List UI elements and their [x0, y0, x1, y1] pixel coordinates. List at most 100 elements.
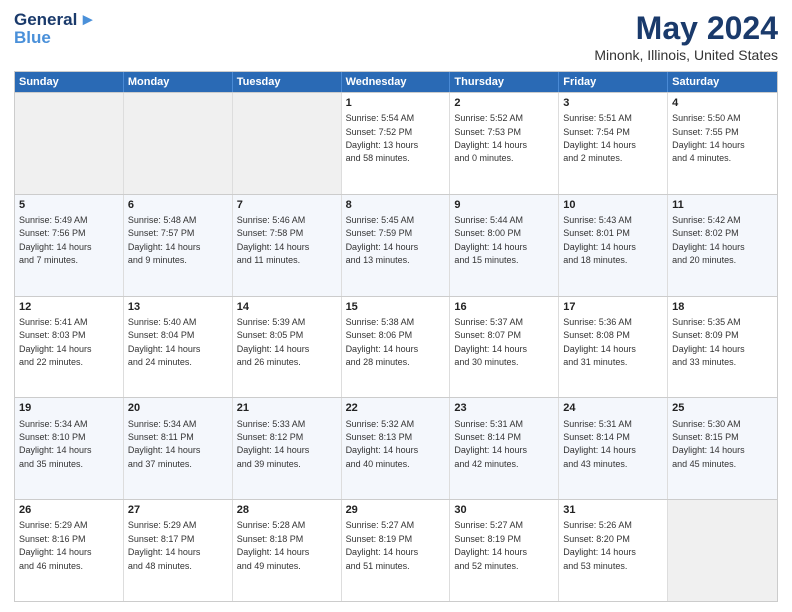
day-number: 21: [237, 401, 337, 415]
calendar-cell: 24Sunrise: 5:31 AM Sunset: 8:14 PM Dayli…: [559, 398, 668, 499]
day-info: Sunrise: 5:37 AM Sunset: 8:07 PM Dayligh…: [454, 317, 527, 367]
day-info: Sunrise: 5:31 AM Sunset: 8:14 PM Dayligh…: [563, 419, 636, 469]
day-info: Sunrise: 5:34 AM Sunset: 8:10 PM Dayligh…: [19, 419, 92, 469]
day-info: Sunrise: 5:32 AM Sunset: 8:13 PM Dayligh…: [346, 419, 419, 469]
weekday-header: Friday: [559, 72, 668, 92]
weekday-header: Tuesday: [233, 72, 342, 92]
day-info: Sunrise: 5:35 AM Sunset: 8:09 PM Dayligh…: [672, 317, 745, 367]
day-number: 9: [454, 198, 554, 212]
calendar-cell: [124, 93, 233, 194]
calendar-cell: 1Sunrise: 5:54 AM Sunset: 7:52 PM Daylig…: [342, 93, 451, 194]
calendar-cell: 30Sunrise: 5:27 AM Sunset: 8:19 PM Dayli…: [450, 500, 559, 601]
calendar-cell: 26 Sunrise: 5:29 AM Sunset: 8:16 PM Dayli…: [15, 500, 124, 601]
day-info: Sunrise: 5:27 AM Sunset: 8:19 PM Dayligh…: [454, 520, 527, 570]
day-info: Sunrise: 5:46 AM Sunset: 7:58 PM Dayligh…: [237, 215, 310, 265]
day-number: 15: [346, 300, 446, 314]
day-info: Sunrise: 5:49 AM Sunset: 7:56 PM Dayligh…: [19, 215, 92, 265]
calendar-cell: 5 Sunrise: 5:49 AM Sunset: 7:56 PM Daylig…: [15, 195, 124, 296]
day-number: 10: [563, 198, 663, 212]
calendar-cell: 20Sunrise: 5:34 AM Sunset: 8:11 PM Dayli…: [124, 398, 233, 499]
day-info: Sunrise: 5:36 AM Sunset: 8:08 PM Dayligh…: [563, 317, 636, 367]
day-number: 17: [563, 300, 663, 314]
day-info: Sunrise: 5:31 AM Sunset: 8:14 PM Dayligh…: [454, 419, 527, 469]
day-info: Sunrise: 5:54 AM Sunset: 7:52 PM Dayligh…: [346, 113, 419, 163]
day-number: 12: [19, 300, 119, 314]
day-number: 6: [128, 198, 228, 212]
calendar-cell: 10 Sunrise: 5:43 AM Sunset: 8:01 PM Dayli…: [559, 195, 668, 296]
day-info: Sunrise: 5:45 AM Sunset: 7:59 PM Dayligh…: [346, 215, 419, 265]
day-info: Sunrise: 5:38 AM Sunset: 8:06 PM Dayligh…: [346, 317, 419, 367]
title-block: May 2024 Minonk, Illinois, United States: [594, 10, 778, 63]
weekday-header: Monday: [124, 72, 233, 92]
weekday-header: Wednesday: [342, 72, 451, 92]
day-info: Sunrise: 5:48 AM Sunset: 7:57 PM Dayligh…: [128, 215, 201, 265]
day-number: 14: [237, 300, 337, 314]
weekday-header: Thursday: [450, 72, 559, 92]
day-number: 31: [563, 503, 663, 517]
calendar-cell: 3 Sunrise: 5:51 AM Sunset: 7:54 PM Daylig…: [559, 93, 668, 194]
calendar-cell: 16 Sunrise: 5:37 AM Sunset: 8:07 PM Dayli…: [450, 297, 559, 398]
calendar-cell: 9 Sunrise: 5:44 AM Sunset: 8:00 PM Daylig…: [450, 195, 559, 296]
calendar-header: SundayMondayTuesdayWednesdayThursdayFrid…: [15, 72, 777, 92]
calendar-cell: [233, 93, 342, 194]
day-number: 28: [237, 503, 337, 517]
calendar-cell: 18 Sunrise: 5:35 AM Sunset: 8:09 PM Dayli…: [668, 297, 777, 398]
calendar-row: 1Sunrise: 5:54 AM Sunset: 7:52 PM Daylig…: [15, 92, 777, 194]
day-number: 5: [19, 198, 119, 212]
calendar: SundayMondayTuesdayWednesdayThursdayFrid…: [14, 71, 778, 602]
day-info: Sunrise: 5:43 AM Sunset: 8:01 PM Dayligh…: [563, 215, 636, 265]
day-info: Sunrise: 5:33 AM Sunset: 8:12 PM Dayligh…: [237, 419, 310, 469]
calendar-cell: 13Sunrise: 5:40 AM Sunset: 8:04 PM Dayli…: [124, 297, 233, 398]
day-number: 3: [563, 96, 663, 110]
page: General ► Blue May 2024 Minonk, Illinois…: [0, 0, 792, 612]
calendar-row: 26 Sunrise: 5:29 AM Sunset: 8:16 PM Dayli…: [15, 499, 777, 601]
day-info: Sunrise: 5:52 AM Sunset: 7:53 PM Dayligh…: [454, 113, 527, 163]
logo: General ► Blue: [14, 10, 96, 48]
day-info: Sunrise: 5:29 AM Sunset: 8:17 PM Dayligh…: [128, 520, 201, 570]
day-info: Sunrise: 5:50 AM Sunset: 7:55 PM Dayligh…: [672, 113, 745, 163]
day-number: 11: [672, 198, 773, 212]
day-number: 22: [346, 401, 446, 415]
calendar-cell: [15, 93, 124, 194]
logo-blue: Blue: [14, 28, 51, 48]
day-info: Sunrise: 5:44 AM Sunset: 8:00 PM Dayligh…: [454, 215, 527, 265]
day-number: 7: [237, 198, 337, 212]
calendar-cell: 4Sunrise: 5:50 AM Sunset: 7:55 PM Daylig…: [668, 93, 777, 194]
calendar-cell: 22 Sunrise: 5:32 AM Sunset: 8:13 PM Dayli…: [342, 398, 451, 499]
day-number: 16: [454, 300, 554, 314]
day-number: 26: [19, 503, 119, 517]
calendar-cell: 21 Sunrise: 5:33 AM Sunset: 8:12 PM Dayli…: [233, 398, 342, 499]
day-info: Sunrise: 5:27 AM Sunset: 8:19 PM Dayligh…: [346, 520, 419, 570]
day-info: Sunrise: 5:30 AM Sunset: 8:15 PM Dayligh…: [672, 419, 745, 469]
calendar-cell: 12Sunrise: 5:41 AM Sunset: 8:03 PM Dayli…: [15, 297, 124, 398]
calendar-cell: 7 Sunrise: 5:46 AM Sunset: 7:58 PM Daylig…: [233, 195, 342, 296]
month-title: May 2024: [594, 10, 778, 47]
calendar-row: 19 Sunrise: 5:34 AM Sunset: 8:10 PM Dayli…: [15, 397, 777, 499]
calendar-row: 5 Sunrise: 5:49 AM Sunset: 7:56 PM Daylig…: [15, 194, 777, 296]
day-number: 19: [19, 401, 119, 415]
calendar-cell: 25 Sunrise: 5:30 AM Sunset: 8:15 PM Dayli…: [668, 398, 777, 499]
logo-general: General: [14, 10, 77, 30]
calendar-cell: 15 Sunrise: 5:38 AM Sunset: 8:06 PM Dayli…: [342, 297, 451, 398]
day-info: Sunrise: 5:51 AM Sunset: 7:54 PM Dayligh…: [563, 113, 636, 163]
calendar-cell: 29Sunrise: 5:27 AM Sunset: 8:19 PM Dayli…: [342, 500, 451, 601]
day-number: 27: [128, 503, 228, 517]
day-number: 25: [672, 401, 773, 415]
calendar-cell: 2 Sunrise: 5:52 AM Sunset: 7:53 PM Daylig…: [450, 93, 559, 194]
calendar-cell: 6 Sunrise: 5:48 AM Sunset: 7:57 PM Daylig…: [124, 195, 233, 296]
day-info: Sunrise: 5:29 AM Sunset: 8:16 PM Dayligh…: [19, 520, 92, 570]
calendar-row: 12Sunrise: 5:41 AM Sunset: 8:03 PM Dayli…: [15, 296, 777, 398]
day-number: 13: [128, 300, 228, 314]
calendar-cell: 17 Sunrise: 5:36 AM Sunset: 8:08 PM Dayli…: [559, 297, 668, 398]
calendar-cell: 11Sunrise: 5:42 AM Sunset: 8:02 PM Dayli…: [668, 195, 777, 296]
calendar-body: 1Sunrise: 5:54 AM Sunset: 7:52 PM Daylig…: [15, 92, 777, 601]
header: General ► Blue May 2024 Minonk, Illinois…: [14, 10, 778, 63]
calendar-cell: 19 Sunrise: 5:34 AM Sunset: 8:10 PM Dayli…: [15, 398, 124, 499]
location-subtitle: Minonk, Illinois, United States: [594, 47, 778, 63]
calendar-cell: 31Sunrise: 5:26 AM Sunset: 8:20 PM Dayli…: [559, 500, 668, 601]
day-number: 8: [346, 198, 446, 212]
day-info: Sunrise: 5:28 AM Sunset: 8:18 PM Dayligh…: [237, 520, 310, 570]
day-number: 18: [672, 300, 773, 314]
weekday-header: Sunday: [15, 72, 124, 92]
day-number: 2: [454, 96, 554, 110]
